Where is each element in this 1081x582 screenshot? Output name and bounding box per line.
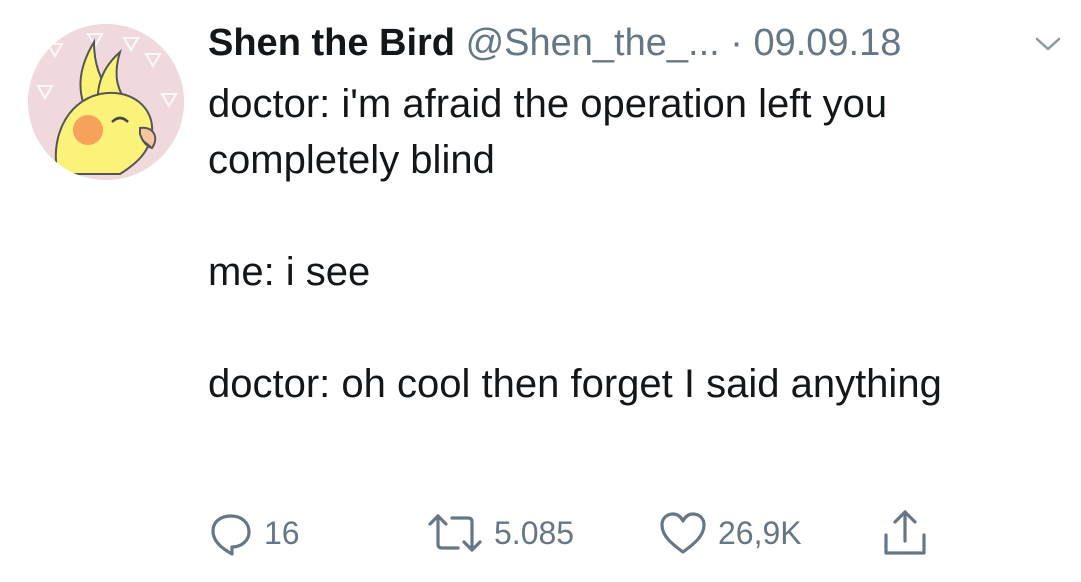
tweet-paragraph: me: i see (208, 250, 371, 294)
avatar[interactable] (28, 24, 184, 180)
reply-count: 16 (264, 515, 300, 551)
tweet: Shen the Bird @Shen_the_... · 09.09.18 d… (0, 0, 1081, 582)
retweet-count: 5.085 (494, 515, 575, 551)
retweet-button[interactable]: 5.085 (426, 508, 574, 558)
tweet-header: Shen the Bird @Shen_the_... · 09.09.18 (208, 18, 1068, 68)
cockatiel-avatar-image (28, 24, 184, 180)
tweet-date[interactable]: 09.09.18 (753, 22, 901, 64)
tweet-paragraph: doctor: i'm afraid the operation left yo… (208, 82, 888, 182)
heart-icon (660, 512, 706, 554)
display-name[interactable]: Shen the Bird (208, 22, 455, 64)
speech-bubble-icon (211, 514, 251, 556)
tweet-actions: 16 5.085 26,9K (208, 508, 1068, 558)
share-upload-icon (884, 510, 926, 555)
retweet-arrows-icon (428, 514, 482, 552)
like-button[interactable]: 26,9K (658, 508, 802, 558)
like-count: 26,9K (718, 515, 802, 551)
share-button[interactable] (880, 508, 930, 558)
reply-button[interactable]: 16 (208, 508, 300, 558)
separator-dot: · (730, 22, 743, 64)
user-handle[interactable]: @Shen_the_... (466, 22, 720, 64)
tweet-text: doctor: i'm afraid the operation left yo… (208, 76, 1048, 412)
chevron-down-icon[interactable] (1034, 34, 1062, 54)
tweet-paragraph: doctor: oh cool then forget I said anyth… (208, 362, 942, 406)
